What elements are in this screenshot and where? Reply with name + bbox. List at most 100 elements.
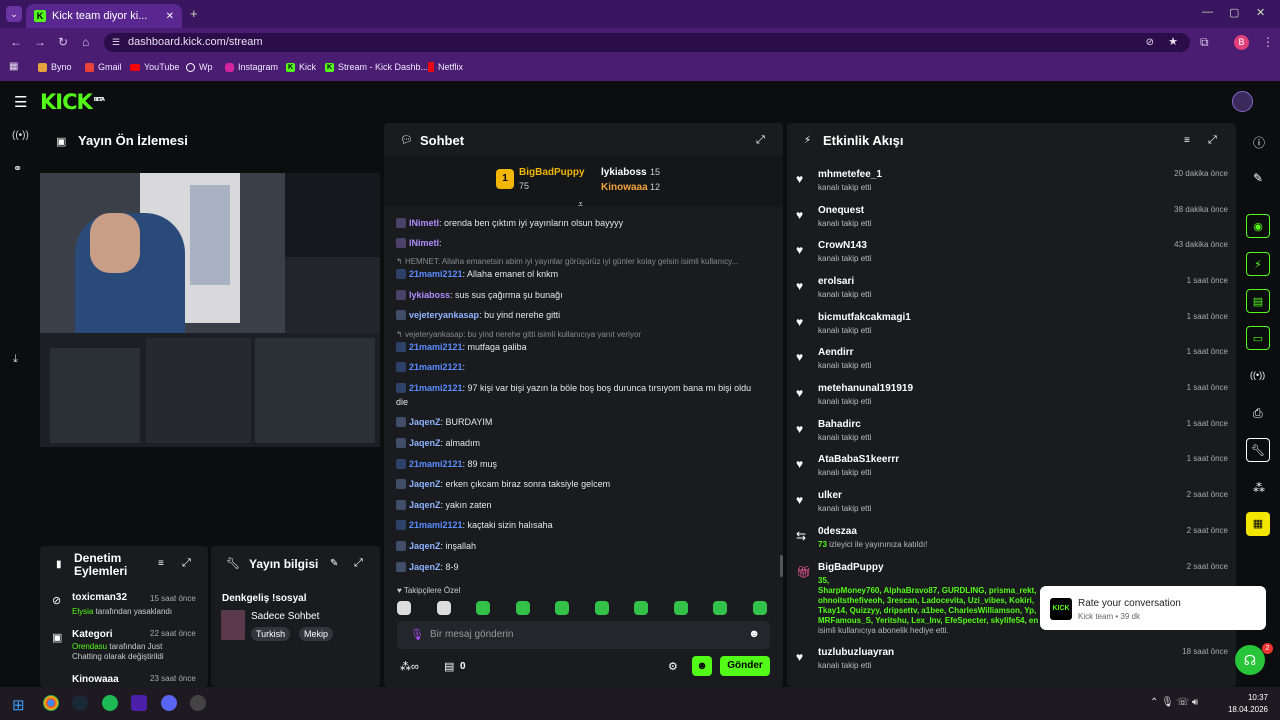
- close-window-icon[interactable]: ✕: [1256, 6, 1265, 19]
- chat-scrollbar[interactable]: [780, 555, 783, 577]
- popout-icon[interactable]: ⤢: [354, 557, 363, 570]
- edit-icon[interactable]: ✎: [330, 558, 338, 569]
- chat-username[interactable]: JaqenZ: [409, 541, 441, 551]
- category-name[interactable]: Sadece Sohbet: [251, 611, 319, 622]
- help-chat-icon[interactable]: ☊: [1235, 645, 1265, 675]
- chat-username[interactable]: vejeteryankasap: [409, 310, 479, 320]
- new-tab-icon[interactable]: +: [190, 6, 198, 21]
- popout-icon[interactable]: ⤢: [1208, 134, 1217, 147]
- leader-name[interactable]: lykiaboss: [601, 167, 647, 178]
- chat-username[interactable]: lNimetl: [409, 218, 439, 228]
- emote-icon[interactable]: [476, 601, 490, 615]
- event-item[interactable]: ♥ CrowN143 kanalı takip etti 43 dakika önce: [796, 240, 1228, 274]
- link-icon[interactable]: ⚭: [13, 162, 22, 175]
- stream-icon[interactable]: ((•)): [12, 130, 29, 141]
- camera-icon[interactable]: ◉: [1246, 214, 1270, 238]
- emote-icon[interactable]: [752, 601, 767, 615]
- bookmark-gmail[interactable]: Gmail: [85, 56, 122, 78]
- chat-input[interactable]: 🎙︎ Bir mesaj gönderin ☻: [397, 621, 770, 649]
- emote-icon[interactable]: [594, 601, 609, 615]
- hamburger-menu-icon[interactable]: ☰: [14, 93, 27, 111]
- stream-preview-video[interactable]: [40, 173, 380, 447]
- user-avatar[interactable]: [1232, 91, 1253, 112]
- bookmark-youtube[interactable]: YouTube: [130, 56, 179, 78]
- community-icon[interactable]: ⁂∞: [400, 660, 419, 673]
- chat-username[interactable]: JaqenZ: [409, 562, 441, 572]
- steam-icon[interactable]: [72, 695, 88, 711]
- lightning-icon[interactable]: ⚡︎: [1246, 252, 1270, 276]
- emote-icon[interactable]: [397, 601, 411, 615]
- mic-icon[interactable]: 🎙︎: [410, 628, 424, 641]
- windows-start-icon[interactable]: ⊞: [12, 696, 25, 714]
- chat-username[interactable]: JaqenZ: [409, 500, 441, 510]
- chat-username[interactable]: 21mami2121: [409, 269, 463, 279]
- bookmark-star-icon[interactable]: ★: [1168, 33, 1178, 52]
- back-icon[interactable]: ←: [10, 35, 22, 49]
- chat-username[interactable]: 21mami2121: [409, 342, 463, 352]
- event-item[interactable]: ♥ mhmetefee_1 kanalı takip etti 20 dakika ö…: [796, 169, 1228, 203]
- emote-icon[interactable]: [436, 601, 451, 615]
- profile-avatar[interactable]: B: [1234, 35, 1249, 50]
- event-item[interactable]: ♥ Onequest kanalı takip etti 38 dakika önce: [796, 205, 1228, 239]
- event-item[interactable]: ♥ metehanunal191919 kanalı takip etti 1 saa…: [796, 383, 1228, 417]
- download-icon[interactable]: ⤓: [13, 353, 18, 366]
- reload-icon[interactable]: ↻: [58, 35, 68, 49]
- document-icon[interactable]: ▤: [1246, 289, 1270, 313]
- app-v-icon[interactable]: [131, 695, 147, 711]
- quick-emote-icon[interactable]: ☻: [692, 656, 712, 676]
- chat-username[interactable]: lNimetl: [409, 238, 439, 248]
- event-item[interactable]: ♥ Aendirr kanalı takip etti 1 saat önce: [796, 347, 1228, 381]
- mod-item-user[interactable]: Kategori: [72, 629, 113, 640]
- spotify-icon[interactable]: [102, 695, 118, 711]
- menu-icon[interactable]: ⋮: [1262, 35, 1274, 49]
- bookmark-byno[interactable]: Byno: [38, 56, 72, 78]
- bookmark-wp[interactable]: Wp: [186, 56, 213, 78]
- minimize-icon[interactable]: —: [1202, 6, 1213, 18]
- apps-grid-icon[interactable]: ▦: [9, 61, 18, 72]
- edit-icon[interactable]: ✎: [1253, 171, 1263, 185]
- bookmark-stream-dashboard[interactable]: K Stream - Kick Dashb...: [325, 56, 428, 78]
- emote-icon[interactable]: [634, 601, 648, 615]
- forward-icon[interactable]: →: [34, 35, 46, 49]
- chat-username[interactable]: JaqenZ: [409, 438, 441, 448]
- leader-name[interactable]: BigBadPuppy: [519, 167, 585, 178]
- chrome-icon[interactable]: [43, 695, 59, 711]
- tray-icons[interactable]: ⌃ 🎙︎ ☏ 🔊︎: [1150, 697, 1198, 708]
- address-bar[interactable]: ☰ dashboard.kick.com/stream ⊘ ★: [104, 33, 1190, 52]
- chat-icon[interactable]: ▭: [1246, 326, 1270, 350]
- chat-username[interactable]: 21mami2121: [409, 362, 463, 372]
- chat-username[interactable]: 21mami2121: [409, 520, 463, 530]
- info-icon[interactable]: ⓘ: [1253, 134, 1265, 151]
- leader-name[interactable]: Kinowaaa: [601, 182, 648, 193]
- gift-box-icon[interactable]: ▤: [444, 660, 454, 673]
- event-item[interactable]: ♥ ulker kanalı takip etti 2 saat önce: [796, 490, 1228, 524]
- maximize-icon[interactable]: ▢: [1229, 6, 1239, 19]
- collapse-icon[interactable]: ⩡: [578, 199, 583, 210]
- popout-icon[interactable]: ⤢: [182, 557, 191, 570]
- toast-notification[interactable]: KICK Rate your conversation Kick team • …: [1040, 586, 1266, 630]
- chat-username[interactable]: 21mami2121: [409, 383, 463, 393]
- bookmark-netflix[interactable]: Netflix: [428, 56, 463, 78]
- popout-icon[interactable]: ⤢: [756, 134, 765, 147]
- mod-item-user[interactable]: toxicman32: [72, 592, 127, 603]
- extensions-icon[interactable]: ⧉: [1200, 35, 1209, 50]
- chat-username[interactable]: lykiaboss: [409, 290, 450, 300]
- send-button[interactable]: Gönder: [720, 656, 770, 676]
- emoji-icon[interactable]: ☻: [748, 628, 760, 640]
- filter-icon[interactable]: ≡: [1184, 135, 1190, 146]
- community-icon[interactable]: ⁂: [1253, 481, 1265, 495]
- clapper-icon[interactable]: ▦: [1246, 512, 1270, 536]
- event-item[interactable]: ♥ erolsari kanalı takip etti 1 saat önce: [796, 276, 1228, 310]
- event-item[interactable]: ♥ AtaBabaS1keerrr kanalı takip etti 1 saat …: [796, 454, 1228, 488]
- site-info-icon[interactable]: ☰: [112, 33, 120, 52]
- wrench-icon[interactable]: 🔧︎: [1246, 438, 1270, 462]
- mod-item-user[interactable]: Kinowaaa: [72, 674, 119, 684]
- eye-off-icon[interactable]: ⊘: [1146, 33, 1154, 52]
- chat-username[interactable]: JaqenZ: [409, 479, 441, 489]
- settings-icon[interactable]: ⚙: [668, 660, 678, 673]
- chat-username[interactable]: JaqenZ: [409, 417, 441, 427]
- discord-icon[interactable]: [161, 695, 177, 711]
- bookmark-instagram[interactable]: Instagram: [225, 56, 278, 78]
- event-item[interactable]: ⇆ 0deszaa 73 izleyici ile yayınınıza katıl…: [796, 526, 1228, 560]
- printer-icon[interactable]: ⎙: [1253, 406, 1263, 421]
